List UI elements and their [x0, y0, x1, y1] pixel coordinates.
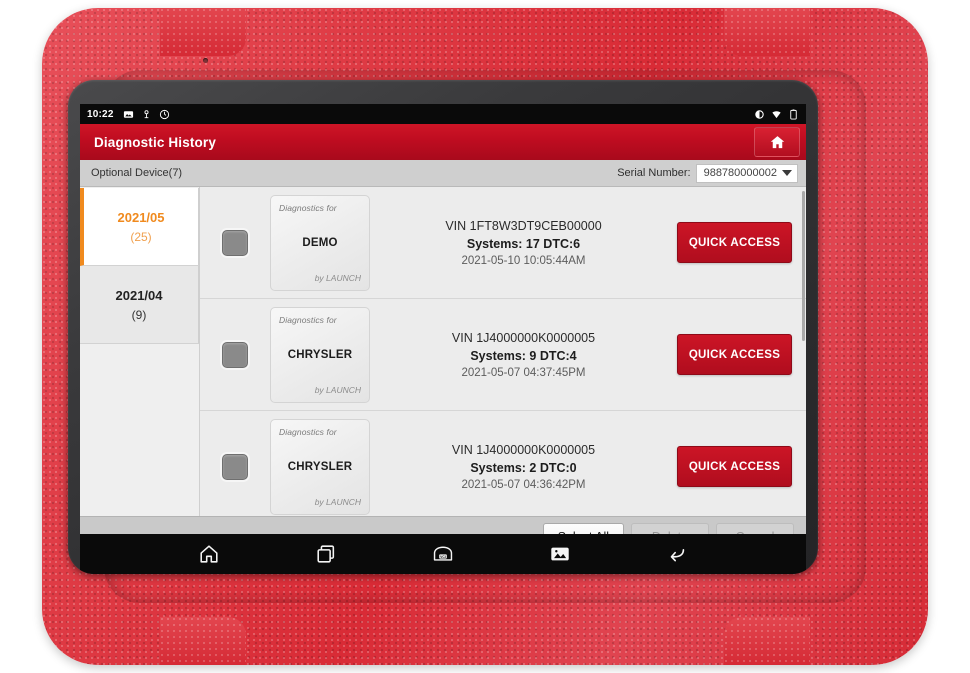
- case-notch-top-right: [724, 8, 810, 56]
- card-vendor: by LAUNCH: [314, 272, 361, 283]
- android-status-bar: 10:22: [80, 104, 806, 124]
- vehicle-card: Diagnostics for DEMO by LAUNCH: [270, 194, 370, 291]
- record-details: VIN 1FT8W3DT9CEB00000 Systems: 17 DTC:6 …: [370, 219, 677, 267]
- home-icon[interactable]: [198, 543, 220, 565]
- record-systems: Systems: 9 DTC:4: [470, 348, 577, 363]
- battery-icon: [790, 108, 797, 120]
- card-caption: Diagnostics for: [279, 202, 337, 213]
- svg-text:VCI: VCI: [440, 555, 446, 559]
- chevron-down-icon: [782, 170, 792, 176]
- record-vin: VIN 1FT8W3DT9CEB00000: [445, 218, 602, 233]
- card-brand: CHRYSLER: [287, 348, 353, 361]
- image-icon: [123, 110, 133, 118]
- table-row[interactable]: Diagnostics for CHRYSLER by LAUNCH VIN 1…: [200, 299, 806, 411]
- table-row[interactable]: Diagnostics for CHRYSLER by LAUNCH VIN 1…: [200, 411, 806, 516]
- android-nav-bar: VCI: [80, 534, 806, 574]
- camera-icon: [203, 58, 208, 63]
- quick-access-button[interactable]: QUICK ACCESS: [677, 446, 792, 487]
- list-scrollbar[interactable]: [802, 191, 805, 341]
- case-notch-top-left: [160, 8, 246, 56]
- back-icon[interactable]: [666, 543, 688, 565]
- record-details: VIN 1J4000000K0000005 Systems: 2 DTC:0 2…: [370, 443, 677, 491]
- recent-apps-icon[interactable]: [315, 543, 337, 565]
- screenshot-icon: [159, 109, 169, 119]
- screenshot-icon[interactable]: [549, 543, 571, 565]
- sidebar-item-month-2021-05[interactable]: 2021/05 (25): [80, 188, 199, 266]
- case-notch-bottom-left: [160, 617, 246, 665]
- record-vin: VIN 1J4000000K0000005: [451, 330, 596, 345]
- vci-connector-icon[interactable]: VCI: [432, 543, 454, 565]
- record-vin: VIN 1J4000000K0000005: [451, 442, 596, 457]
- brightness-icon: [755, 109, 764, 119]
- page-title: Diagnostic History: [94, 134, 216, 150]
- card-brand: CHRYSLER: [287, 460, 353, 473]
- tablet-screen: 10:22 Diagnostic History Optional Device…: [80, 104, 806, 556]
- app-title-bar: Diagnostic History: [80, 124, 806, 160]
- record-timestamp: 2021-05-07 04:37:45PM: [461, 366, 586, 379]
- status-right-icons: [754, 108, 799, 120]
- month-label: 2021/04: [115, 287, 163, 303]
- record-checkbox[interactable]: [222, 453, 248, 480]
- content-area: 2021/05 (25) 2021/04 (9) Diagnostics for…: [80, 187, 806, 516]
- serial-number-value: 988780000002: [703, 167, 777, 179]
- month-sidebar: 2021/05 (25) 2021/04 (9): [80, 187, 200, 516]
- month-count: (9): [131, 307, 147, 322]
- vehicle-card: Diagnostics for CHRYSLER by LAUNCH: [270, 306, 370, 403]
- home-button[interactable]: [754, 127, 800, 157]
- quick-access-button[interactable]: QUICK ACCESS: [677, 334, 792, 375]
- month-label: 2021/05: [117, 209, 165, 225]
- tablet-bezel: 10:22 Diagnostic History Optional Device…: [68, 80, 818, 574]
- home-icon: [770, 135, 784, 148]
- history-record-list[interactable]: Diagnostics for DEMO by LAUNCH VIN 1FT8W…: [200, 187, 806, 516]
- case-notch-bottom-right: [724, 617, 810, 665]
- status-time: 10:22: [87, 108, 114, 120]
- record-checkbox[interactable]: [222, 341, 248, 368]
- location-icon: [144, 109, 149, 118]
- record-checkbox[interactable]: [222, 229, 248, 256]
- record-systems: Systems: 17 DTC:6: [466, 236, 581, 251]
- card-caption: Diagnostics for: [279, 314, 337, 325]
- card-vendor: by LAUNCH: [314, 384, 361, 395]
- device-toolbar: Optional Device(7) Serial Number: 988780…: [80, 160, 806, 187]
- card-brand: DEMO: [302, 236, 338, 249]
- sidebar-item-month-2021-04[interactable]: 2021/04 (9): [80, 266, 199, 344]
- record-systems: Systems: 2 DTC:0: [470, 460, 577, 475]
- serial-number-dropdown[interactable]: 988780000002: [695, 163, 798, 183]
- status-left-icons: [123, 109, 170, 120]
- optional-device-label: Optional Device(7): [91, 167, 183, 179]
- wifi-icon: [772, 110, 781, 118]
- serial-number-label: Serial Number:: [617, 167, 691, 179]
- vehicle-card: Diagnostics for CHRYSLER by LAUNCH: [270, 418, 370, 515]
- record-timestamp: 2021-05-07 04:36:42PM: [461, 478, 586, 491]
- month-count: (25): [130, 229, 152, 244]
- quick-access-button[interactable]: QUICK ACCESS: [677, 222, 792, 263]
- serial-number-group: Serial Number: 988780000002: [617, 163, 798, 183]
- card-vendor: by LAUNCH: [314, 496, 361, 507]
- record-timestamp: 2021-05-10 10:05:44AM: [461, 254, 586, 267]
- record-details: VIN 1J4000000K0000005 Systems: 9 DTC:4 2…: [370, 331, 677, 379]
- card-caption: Diagnostics for: [279, 426, 337, 437]
- table-row[interactable]: Diagnostics for DEMO by LAUNCH VIN 1FT8W…: [200, 187, 806, 299]
